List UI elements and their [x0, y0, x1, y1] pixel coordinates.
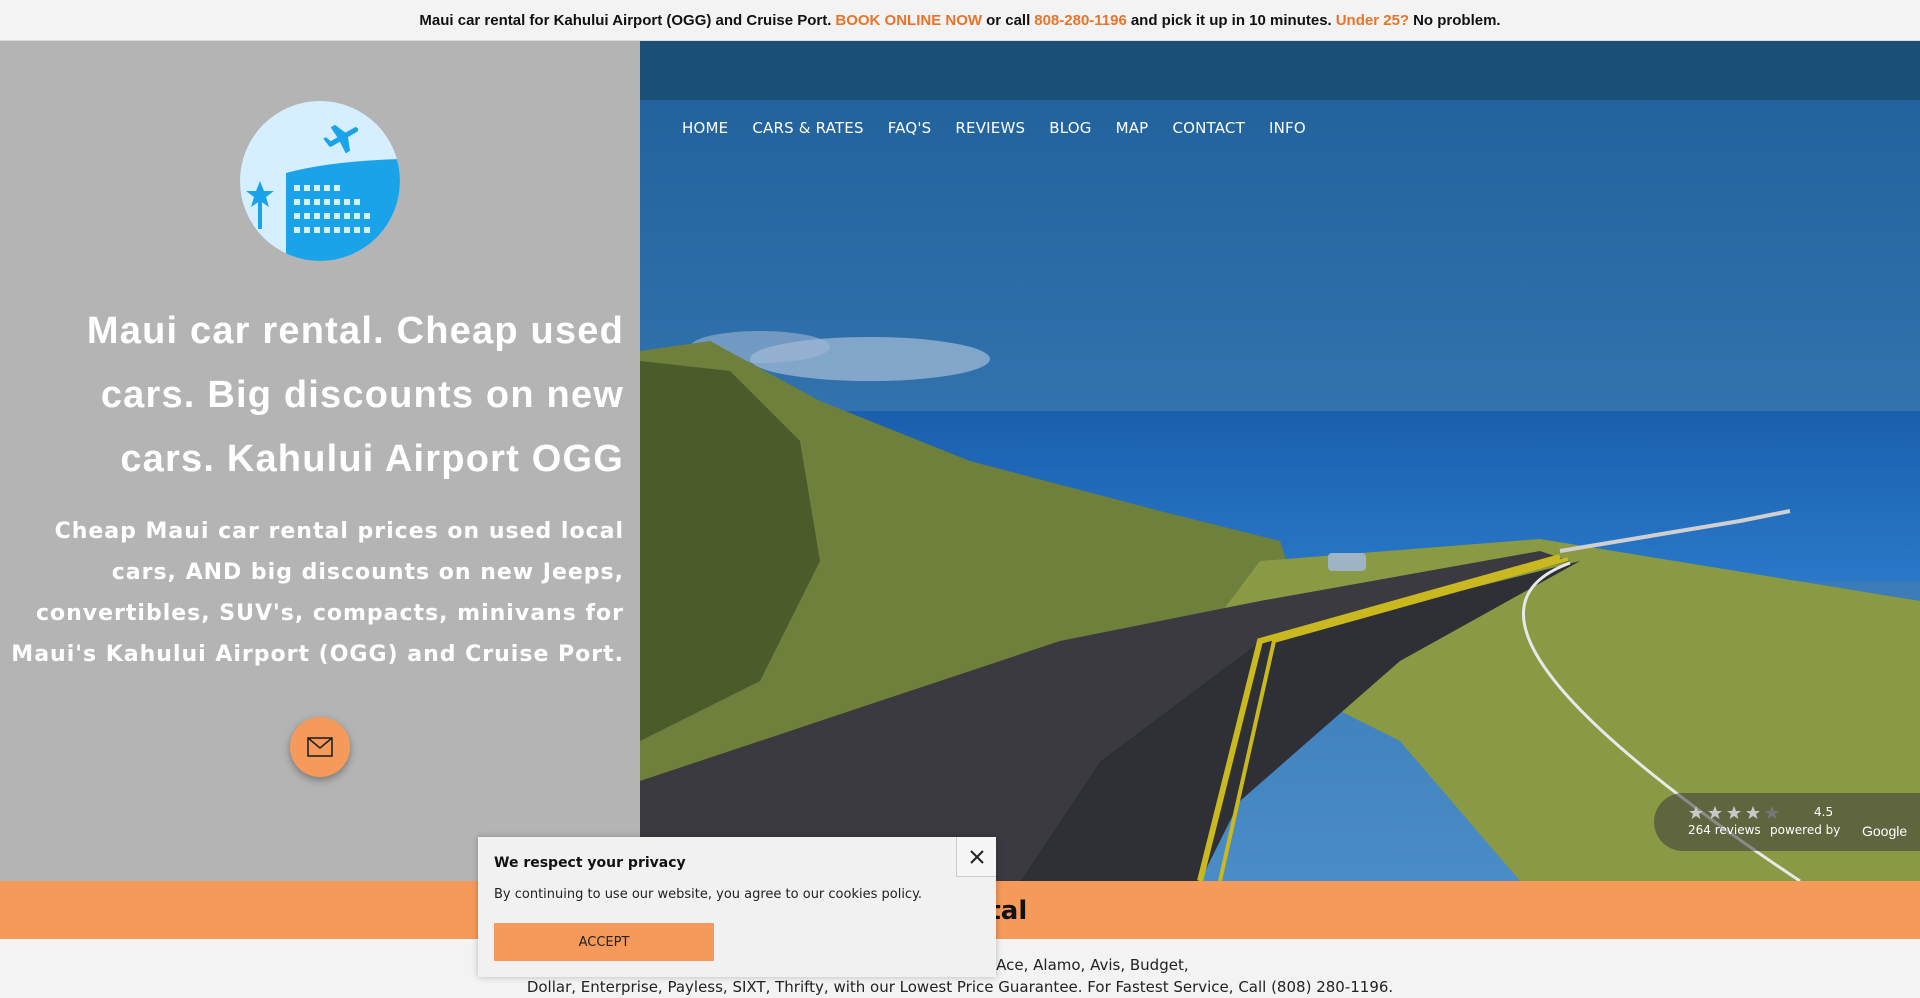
rating-stars: [1688, 805, 1784, 821]
envelope-icon: [307, 737, 333, 757]
site-logo[interactable]: [240, 101, 400, 261]
nav-faqs[interactable]: FAQ'S: [888, 119, 932, 137]
cookie-accept-button[interactable]: ACCEPT: [494, 923, 714, 961]
email-button[interactable]: [290, 717, 350, 777]
announcement-text-2: or call: [986, 11, 1031, 29]
star-rating-icon: [1689, 806, 1779, 819]
phone-link[interactable]: 808-280-1196: [1034, 12, 1127, 29]
nav-blog[interactable]: BLOG: [1049, 119, 1091, 137]
google-reviews-widget[interactable]: 4.5 264 reviews powered by Google: [1654, 793, 1920, 851]
hero-left-panel: Maui car rental. Cheap used cars. Big di…: [0, 41, 640, 881]
close-icon: [969, 849, 984, 864]
announcement-bar: Maui car rental for Kahului Airport (OGG…: [0, 0, 1920, 41]
cookie-close-button[interactable]: [956, 837, 996, 877]
nav-cars-rates[interactable]: CARS & RATES: [752, 119, 863, 137]
cookie-title: We respect your privacy: [494, 855, 686, 871]
nav-map[interactable]: MAP: [1116, 119, 1149, 137]
nav-reviews[interactable]: REVIEWS: [955, 119, 1025, 137]
review-count: 264 reviews: [1688, 823, 1761, 837]
main-nav: HOME CARS & RATES FAQ'S REVIEWS BLOG MAP…: [682, 119, 1306, 137]
announcement-text-1: Maui car rental for Kahului Airport (OGG…: [419, 11, 832, 29]
announcement-text-3: and pick it up in 10 minutes.: [1130, 11, 1332, 29]
under-25-link[interactable]: Under 25?: [1336, 12, 1409, 29]
cookie-text: By continuing to use our website, you ag…: [494, 887, 923, 902]
intro-line-2: Dollar, Enterprise, Payless, SIXT, Thrif…: [526, 978, 1394, 996]
google-logo: Google: [1862, 823, 1908, 839]
nav-band: [640, 41, 1920, 100]
announcement-text-4: No problem.: [1413, 11, 1501, 29]
airport-building-icon: [246, 124, 400, 261]
hero-headline: Maui car rental. Cheap used cars. Big di…: [86, 310, 624, 480]
hero-image: HOME CARS & RATES FAQ'S REVIEWS BLOG MAP…: [640, 41, 1920, 881]
book-online-link[interactable]: BOOK ONLINE NOW: [835, 12, 982, 29]
nav-info[interactable]: INFO: [1269, 119, 1306, 137]
cookie-consent-popup: We respect your privacy By continuing to…: [478, 837, 996, 977]
hero-subheadline: Cheap Maui car rental prices on used loc…: [11, 519, 624, 667]
nav-home[interactable]: HOME: [682, 119, 728, 137]
coastal-road-photo: [640, 41, 1920, 881]
rating-value: 4.5: [1814, 805, 1834, 819]
powered-by-label: powered by: [1770, 823, 1841, 837]
nav-contact[interactable]: CONTACT: [1172, 119, 1245, 137]
